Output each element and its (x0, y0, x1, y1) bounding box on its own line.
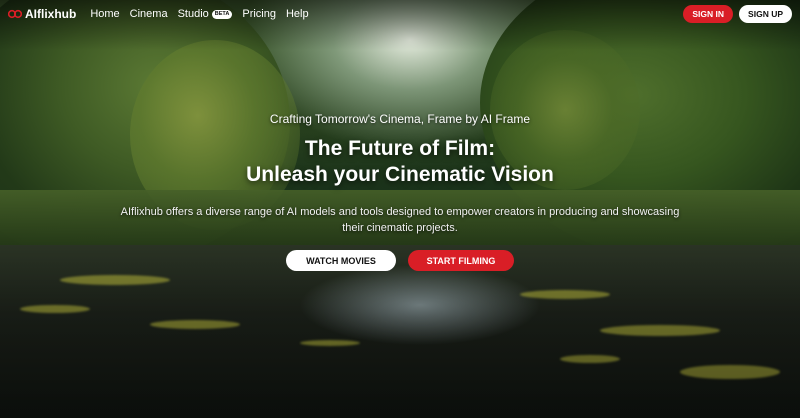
brand-logo[interactable]: AIflixhub (8, 7, 76, 21)
nav-cinema[interactable]: Cinema (130, 8, 168, 20)
watch-movies-button[interactable]: WATCH MOVIES (286, 250, 396, 271)
sign-up-button[interactable]: SIGN UP (739, 5, 792, 23)
nav-studio-label: Studio (177, 8, 209, 20)
hero-headline: The Future of Film: Unleash your Cinemat… (0, 136, 800, 188)
nav-home[interactable]: Home (90, 8, 119, 20)
top-navbar: AIflixhub Home Cinema Studio BETA Pricin… (0, 0, 800, 28)
hero-tagline: Crafting Tomorrow's Cinema, Frame by AI … (269, 112, 531, 126)
nav-pricing[interactable]: Pricing (242, 8, 276, 20)
hero-content: Crafting Tomorrow's Cinema, Frame by AI … (0, 112, 800, 271)
sign-in-button[interactable]: SIGN IN (683, 5, 734, 23)
film-reel-icon (8, 9, 22, 19)
headline-line-2: Unleash your Cinematic Vision (246, 163, 554, 186)
start-filming-button[interactable]: START FILMING (408, 250, 514, 271)
brand-name: AIflixhub (25, 7, 77, 21)
cta-buttons: WATCH MOVIES START FILMING (0, 250, 800, 271)
nav-studio[interactable]: Studio BETA (178, 8, 233, 20)
nav-help[interactable]: Help (286, 8, 309, 20)
nav-links: Home Cinema Studio BETA Pricing Help (90, 8, 308, 20)
beta-badge: BETA (211, 9, 233, 19)
hero-description: AIflixhub offers a diverse range of AI m… (120, 206, 680, 234)
headline-line-1: The Future of Film: (304, 137, 496, 160)
auth-buttons: SIGN IN SIGN UP (683, 5, 792, 23)
